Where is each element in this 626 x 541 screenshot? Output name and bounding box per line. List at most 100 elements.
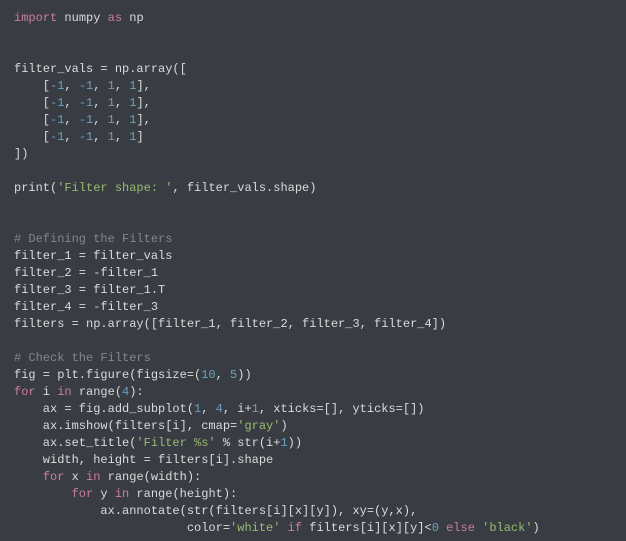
code-token: filter_vals = np.array([ bbox=[14, 62, 187, 76]
code-token: , bbox=[64, 79, 78, 93]
code-token: for bbox=[43, 470, 65, 484]
code-token: [ bbox=[14, 130, 50, 144]
code-token: , bbox=[216, 368, 230, 382]
code-token bbox=[280, 521, 287, 535]
code-token: 1 bbox=[108, 130, 115, 144]
code-token: , bbox=[115, 96, 129, 110]
code-token: width, height = filters[i].shape bbox=[14, 453, 273, 467]
code-token: y bbox=[93, 487, 115, 501]
code-line: [-1, -1, 1, 1], bbox=[14, 78, 612, 95]
code-token: in bbox=[57, 385, 71, 399]
code-line: ax.annotate(str(filters[i][x][y]), xy=(y… bbox=[14, 503, 612, 520]
code-line: filter_1 = filter_vals bbox=[14, 248, 612, 265]
code-token: ): bbox=[129, 385, 143, 399]
code-token: , xticks=[], yticks=[]) bbox=[259, 402, 425, 416]
code-token: [ bbox=[14, 113, 50, 127]
code-token: -1 bbox=[79, 96, 93, 110]
code-token: ax.set_title( bbox=[14, 436, 136, 450]
code-token: 0 bbox=[432, 521, 439, 535]
code-token: -1 bbox=[50, 79, 64, 93]
code-token bbox=[14, 487, 72, 501]
code-token: 1 bbox=[280, 436, 287, 450]
code-token: 1 bbox=[108, 96, 115, 110]
code-token: i bbox=[36, 385, 58, 399]
code-token: , i+ bbox=[223, 402, 252, 416]
code-token: 'black' bbox=[482, 521, 532, 535]
code-token: ) bbox=[280, 419, 287, 433]
code-token: [ bbox=[14, 79, 50, 93]
code-token: , bbox=[93, 130, 107, 144]
code-token: fig = plt.figure(figsize=( bbox=[14, 368, 201, 382]
code-token: , bbox=[93, 79, 107, 93]
code-token: x bbox=[64, 470, 86, 484]
code-token: filter_4 = -filter_3 bbox=[14, 300, 158, 314]
code-line: [-1, -1, 1, 1], bbox=[14, 112, 612, 129]
code-token: [ bbox=[14, 96, 50, 110]
code-token: -1 bbox=[79, 79, 93, 93]
code-token: , bbox=[115, 130, 129, 144]
code-token: , bbox=[201, 402, 215, 416]
code-token: range(height): bbox=[129, 487, 237, 501]
code-token: ax.imshow(filters[i], cmap= bbox=[14, 419, 237, 433]
code-token: , bbox=[93, 96, 107, 110]
code-line: print('Filter shape: ', filter_vals.shap… bbox=[14, 180, 612, 197]
code-token: ], bbox=[136, 79, 150, 93]
code-line: for y in range(height): bbox=[14, 486, 612, 503]
code-block: import numpy as np filter_vals = np.arra… bbox=[0, 0, 626, 541]
code-token: -1 bbox=[50, 96, 64, 110]
code-line: filters = np.array([filter_1, filter_2, … bbox=[14, 316, 612, 333]
code-token: ], bbox=[136, 96, 150, 110]
code-token: 1 bbox=[108, 113, 115, 127]
code-token: range( bbox=[72, 385, 122, 399]
code-line: filter_3 = filter_1.T bbox=[14, 282, 612, 299]
code-token: # Defining the Filters bbox=[14, 232, 172, 246]
code-line: width, height = filters[i].shape bbox=[14, 452, 612, 469]
code-token: ax = fig.add_subplot( bbox=[14, 402, 194, 416]
code-line bbox=[14, 163, 612, 180]
code-token: )) bbox=[237, 368, 251, 382]
code-line bbox=[14, 333, 612, 350]
code-token: , bbox=[115, 113, 129, 127]
code-token: filter_3 = filter_1.T bbox=[14, 283, 165, 297]
code-token: -1 bbox=[79, 113, 93, 127]
code-token: if bbox=[288, 521, 302, 535]
code-token: ]) bbox=[14, 147, 28, 161]
code-token: filter_2 = -filter_1 bbox=[14, 266, 158, 280]
code-token: # Check the Filters bbox=[14, 351, 151, 365]
code-token bbox=[14, 470, 43, 484]
code-line: # Check the Filters bbox=[14, 350, 612, 367]
code-token: 1 bbox=[108, 79, 115, 93]
code-token: , bbox=[64, 113, 78, 127]
code-token: else bbox=[446, 521, 475, 535]
code-line: [-1, -1, 1, 1], bbox=[14, 95, 612, 112]
code-line: # Defining the Filters bbox=[14, 231, 612, 248]
code-token: for bbox=[72, 487, 94, 501]
code-token: filters[i][x][y]< bbox=[302, 521, 432, 535]
code-token: in bbox=[86, 470, 100, 484]
code-token: % str(i+ bbox=[216, 436, 281, 450]
code-token: 10 bbox=[201, 368, 215, 382]
code-line: filter_vals = np.array([ bbox=[14, 61, 612, 78]
code-token: numpy bbox=[57, 11, 107, 25]
code-token: , bbox=[93, 113, 107, 127]
code-line: filter_4 = -filter_3 bbox=[14, 299, 612, 316]
code-line: ax = fig.add_subplot(1, 4, i+1, xticks=[… bbox=[14, 401, 612, 418]
code-token: import bbox=[14, 11, 57, 25]
code-line bbox=[14, 214, 612, 231]
code-line: ax.imshow(filters[i], cmap='gray') bbox=[14, 418, 612, 435]
code-token: ax.annotate(str(filters[i][x][y]), xy=(y… bbox=[14, 504, 417, 518]
code-token: ], bbox=[136, 113, 150, 127]
code-line: fig = plt.figure(figsize=(10, 5)) bbox=[14, 367, 612, 384]
code-token: np bbox=[122, 11, 144, 25]
code-token: filter_1 = filter_vals bbox=[14, 249, 172, 263]
code-token: -1 bbox=[79, 130, 93, 144]
code-token: -1 bbox=[50, 113, 64, 127]
code-line: filter_2 = -filter_1 bbox=[14, 265, 612, 282]
code-token: 4 bbox=[216, 402, 223, 416]
code-token: 'Filter %s' bbox=[136, 436, 215, 450]
code-token: )) bbox=[288, 436, 302, 450]
code-token: filters = np.array([filter_1, filter_2, … bbox=[14, 317, 446, 331]
code-token: for bbox=[14, 385, 36, 399]
code-line bbox=[14, 27, 612, 44]
code-token: color= bbox=[14, 521, 230, 535]
